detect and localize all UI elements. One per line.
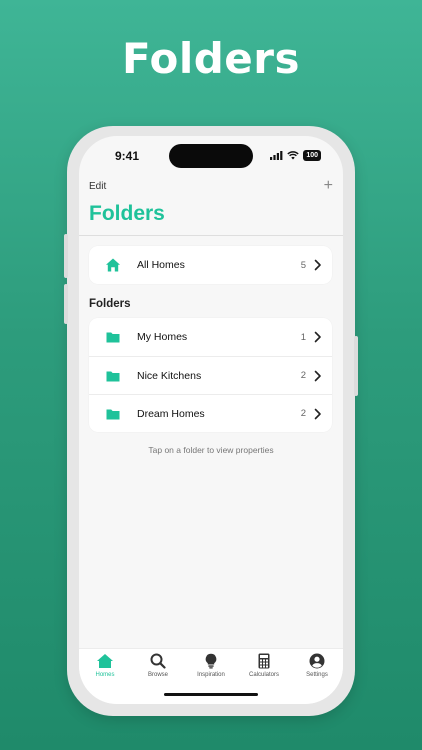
status-time: 9:41 [115,149,140,163]
folders-list: My Homes 1 Nice Kitchens 2 Dream Homes 2 [89,318,332,432]
edit-button[interactable]: Edit [89,181,106,192]
tab-bar: Homes Browse Inspiration Calculators Set… [79,648,343,704]
folder-row[interactable]: Dream Homes 2 [89,394,332,432]
tab-label: Settings [306,672,328,678]
folders-section-header: Folders [89,298,131,310]
tab-calculators[interactable]: Calculators [238,653,290,678]
tab-label: Calculators [248,672,279,678]
folder-label: Nice Kitchens [137,369,202,382]
tab-inspiration[interactable]: Inspiration [185,653,237,678]
home-icon [97,654,113,668]
folder-icon [106,371,120,382]
tab-homes[interactable]: Homes [79,653,131,678]
folder-label: Dream Homes [137,407,205,420]
page-title: Folders [89,202,165,225]
all-homes-card: All Homes 5 [89,246,332,284]
add-folder-button[interactable]: + [324,178,333,194]
phone-side-button [354,336,358,396]
folder-row[interactable]: My Homes 1 [89,318,332,356]
folder-icon [106,409,120,420]
status-bar: 9:41 100 [79,136,343,176]
folder-count: 1 [300,331,306,343]
status-icons: 100 [270,150,321,161]
folder-count: 2 [300,408,306,419]
user-circle-icon [309,653,325,669]
home-indicator [164,693,258,696]
all-homes-label: All Homes [137,259,185,271]
nav-bar: Edit + [79,178,343,198]
all-homes-count: 5 [300,259,306,271]
tab-label: Homes [95,672,115,678]
signal-icon [270,151,283,160]
battery-icon: 100 [303,150,321,161]
chevron-right-icon [314,408,321,420]
app-screen: 9:41 100 Edit + Folders All Homes 5 Fold… [79,136,343,704]
tab-label: Browse [147,672,168,678]
search-icon [150,653,166,669]
chevron-right-icon [314,370,321,382]
tab-settings[interactable]: Settings [291,653,343,678]
tab-browse[interactable]: Browse [132,653,184,678]
dynamic-island [169,144,253,168]
folder-label: My Homes [137,331,188,343]
tab-label: Inspiration [197,672,225,678]
chevron-right-icon [314,331,321,343]
phone-side-button [64,234,68,278]
phone-side-button [64,284,68,324]
folder-icon [106,332,120,343]
calculator-icon [258,653,270,669]
all-homes-row[interactable]: All Homes 5 [89,246,332,284]
lightbulb-icon [205,653,217,669]
chevron-right-icon [314,259,321,271]
folder-row[interactable]: Nice Kitchens 2 [89,356,332,394]
folder-count: 2 [300,370,306,381]
wifi-icon [287,151,300,160]
folders-hint: Tap on a folder to view properties [148,445,274,455]
header-divider [79,235,343,236]
home-icon [106,258,120,272]
hero-title: Folders [121,34,300,83]
